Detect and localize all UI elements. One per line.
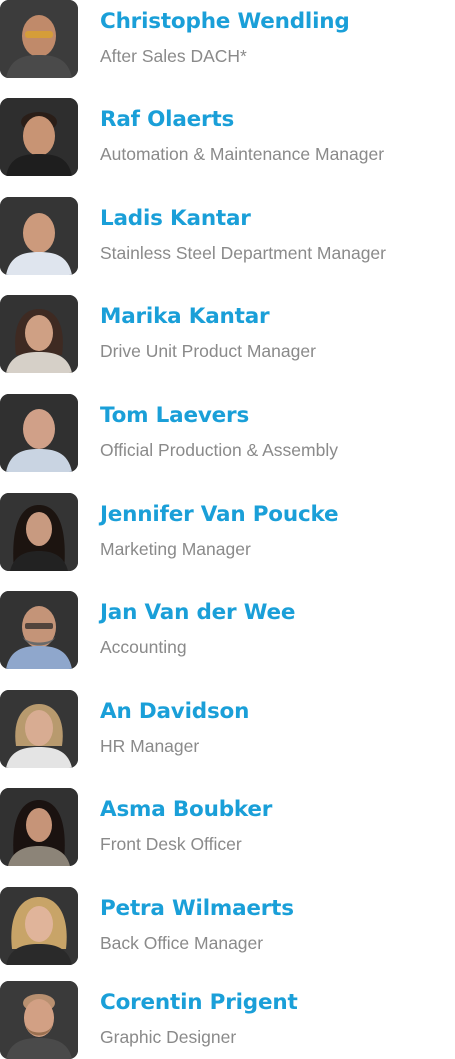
member-name: An Davidson xyxy=(100,699,250,724)
member-name: Jan Van der Wee xyxy=(100,600,296,625)
member-name: Ladis Kantar xyxy=(100,206,251,231)
member-role: Graphic Designer xyxy=(100,1027,237,1047)
person-photo xyxy=(0,690,78,768)
person-photo xyxy=(0,887,78,965)
person-photo xyxy=(0,394,78,472)
team-member-ladis-kantar: Ladis Kantar Stainless Steel Department … xyxy=(0,197,455,275)
member-role: After Sales DACH* xyxy=(100,46,247,66)
person-photo xyxy=(0,788,78,866)
team-member-petra-wilmaerts: Petra Wilmaerts Back Office Manager xyxy=(0,887,455,965)
member-role: Accounting xyxy=(100,637,187,657)
member-name: Christophe Wendling xyxy=(100,9,350,34)
member-name: Jennifer Van Poucke xyxy=(100,502,339,527)
person-photo xyxy=(0,295,78,373)
team-member-an-davidson: An Davidson HR Manager xyxy=(0,690,455,768)
person-photo xyxy=(0,493,78,571)
member-role: Drive Unit Product Manager xyxy=(100,341,316,361)
team-member-asma-boubker: Asma Boubker Front Desk Officer xyxy=(0,788,455,866)
member-role: Automation & Maintenance Manager xyxy=(100,144,385,164)
member-role: Back Office Manager xyxy=(100,933,264,953)
team-member-marika-kantar: Marika Kantar Drive Unit Product Manager xyxy=(0,295,455,373)
person-photo xyxy=(0,197,78,275)
team-list: Christophe Wendling After Sales DACH* Ra… xyxy=(0,0,455,1059)
member-name: Marika Kantar xyxy=(100,304,270,329)
person-photo xyxy=(0,0,78,78)
member-role: Front Desk Officer xyxy=(100,834,242,854)
member-name: Corentin Prigent xyxy=(100,990,298,1015)
person-photo xyxy=(0,591,78,669)
team-member-raf-olaerts: Raf Olaerts Automation & Maintenance Man… xyxy=(0,98,455,176)
member-name: Petra Wilmaerts xyxy=(100,896,294,921)
person-photo xyxy=(0,98,78,176)
member-name: Asma Boubker xyxy=(100,797,273,822)
member-name: Tom Laevers xyxy=(100,403,250,428)
team-member-tom-laevers: Tom Laevers Official Production & Assemb… xyxy=(0,394,455,472)
person-photo xyxy=(0,981,78,1059)
team-member-corentin-prigent: Corentin Prigent Graphic Designer xyxy=(0,981,455,1059)
member-role: Official Production & Assembly xyxy=(100,440,338,460)
member-name: Raf Olaerts xyxy=(100,107,235,132)
member-role: Marketing Manager xyxy=(100,539,251,559)
team-member-jan-van-der-wee: Jan Van der Wee Accounting xyxy=(0,591,455,669)
member-role: HR Manager xyxy=(100,736,200,756)
team-member-christophe-wendling: Christophe Wendling After Sales DACH* xyxy=(0,0,455,78)
team-member-jennifer-van-poucke: Jennifer Van Poucke Marketing Manager xyxy=(0,493,455,571)
member-role: Stainless Steel Department Manager xyxy=(100,243,386,263)
